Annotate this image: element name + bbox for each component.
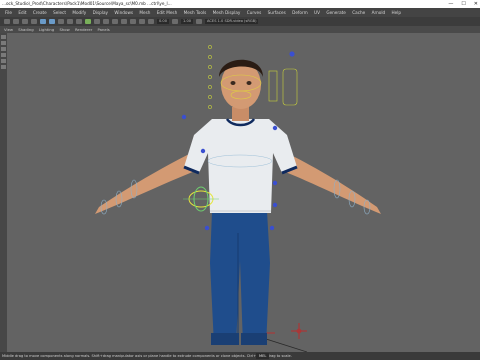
grid-icon[interactable] xyxy=(31,19,37,24)
move-tool-icon[interactable] xyxy=(1,53,6,57)
backface-culling-icon[interactable] xyxy=(139,19,145,24)
menu-uv[interactable]: UV xyxy=(314,8,320,17)
color-management-icon[interactable] xyxy=(196,19,203,24)
menu-deform[interactable]: Deform xyxy=(292,8,308,17)
window-title: ...ock_Studio\_Prod\Characters\Pack1\Mod… xyxy=(2,1,172,6)
tool-box xyxy=(0,33,7,352)
perspective-viewport[interactable] xyxy=(7,33,480,352)
smooth-shade-icon[interactable] xyxy=(49,19,55,24)
xray-icon[interactable] xyxy=(121,19,127,24)
image-plane-icon[interactable] xyxy=(22,19,28,24)
menu-curves[interactable]: Curves xyxy=(247,8,262,17)
menu-edit-mesh[interactable]: Edit Mesh xyxy=(157,8,177,17)
window-controls: — ☐ ✕ xyxy=(448,0,478,8)
panel-menu-renderer[interactable]: Renderer xyxy=(75,27,92,32)
camera-attributes-icon[interactable] xyxy=(4,19,10,24)
panel-menu-view[interactable]: View xyxy=(4,27,13,32)
panel-menu-show[interactable]: Show xyxy=(59,27,69,32)
menu-arnold[interactable]: Arnold xyxy=(372,8,386,17)
menu-select[interactable]: Select xyxy=(53,8,66,17)
exposure-field[interactable]: 0.00 xyxy=(157,19,170,24)
shadows-icon[interactable] xyxy=(76,19,82,24)
menu-display[interactable]: Display xyxy=(93,8,108,17)
menu-modify[interactable]: Modify xyxy=(72,8,86,17)
exposure-icon[interactable] xyxy=(148,19,154,24)
menu-mesh[interactable]: Mesh xyxy=(139,8,150,17)
maximize-button[interactable]: ☐ xyxy=(461,0,465,8)
motion-blur-icon[interactable] xyxy=(94,19,100,24)
panel-menu-bar: View Shading Lighting Show Renderer Pane… xyxy=(0,26,480,33)
lights-icon[interactable] xyxy=(67,19,73,24)
ambient-occlusion-icon[interactable] xyxy=(85,19,91,24)
menu-help[interactable]: Help xyxy=(392,8,402,17)
menu-mesh-tools[interactable]: Mesh Tools xyxy=(184,8,207,17)
panel-menu-lighting[interactable]: Lighting xyxy=(39,27,54,32)
character-legs xyxy=(210,211,270,345)
menu-cache[interactable]: Cache xyxy=(352,8,365,17)
anti-aliasing-icon[interactable] xyxy=(103,19,109,24)
character-rig-scene xyxy=(95,45,381,352)
xray-joints-icon[interactable] xyxy=(130,19,136,24)
scale-tool-icon[interactable] xyxy=(1,65,6,69)
wireframe-icon[interactable] xyxy=(40,19,46,24)
menu-file[interactable]: File xyxy=(5,8,12,17)
gamma-icon[interactable] xyxy=(172,19,179,24)
menu-generate[interactable]: Generate xyxy=(326,8,346,17)
main-menu-bar: File Edit Create Select Modify Display W… xyxy=(0,8,480,17)
textured-icon[interactable] xyxy=(58,19,64,24)
menu-create[interactable]: Create xyxy=(33,8,47,17)
gamma-field[interactable]: 1.00 xyxy=(181,19,194,24)
menu-mesh-display[interactable]: Mesh Display xyxy=(213,8,241,17)
paint-select-tool-icon[interactable] xyxy=(1,47,6,51)
help-message: Middle drag to move components along nor… xyxy=(2,354,292,358)
help-line: Middle drag to move components along nor… xyxy=(0,352,480,360)
close-button[interactable]: ✕ xyxy=(474,0,478,8)
menu-edit[interactable]: Edit xyxy=(18,8,26,17)
lasso-tool-icon[interactable] xyxy=(1,41,6,45)
title-bar: ...ock_Studio\_Prod\Characters\Pack1\Mod… xyxy=(0,0,480,8)
select-tool-icon[interactable] xyxy=(1,35,6,39)
panel-menu-shading[interactable]: Shading xyxy=(18,27,33,32)
command-line-label[interactable]: MEL xyxy=(256,353,270,359)
viewport-toolbar: 0.00 1.00 ACES 1.0 SDR-video (sRGB) xyxy=(0,17,480,26)
minimize-button[interactable]: — xyxy=(448,0,453,8)
menu-windows[interactable]: Windows xyxy=(114,8,133,17)
view-transform-select[interactable]: ACES 1.0 SDR-video (sRGB) xyxy=(205,19,259,24)
menu-surfaces[interactable]: Surfaces xyxy=(268,8,286,17)
character-head xyxy=(219,59,263,121)
bookmark-icon[interactable] xyxy=(13,19,19,24)
isolate-select-icon[interactable] xyxy=(112,19,118,24)
panel-menu-panels[interactable]: Panels xyxy=(98,27,110,32)
rotate-tool-icon[interactable] xyxy=(1,59,6,63)
